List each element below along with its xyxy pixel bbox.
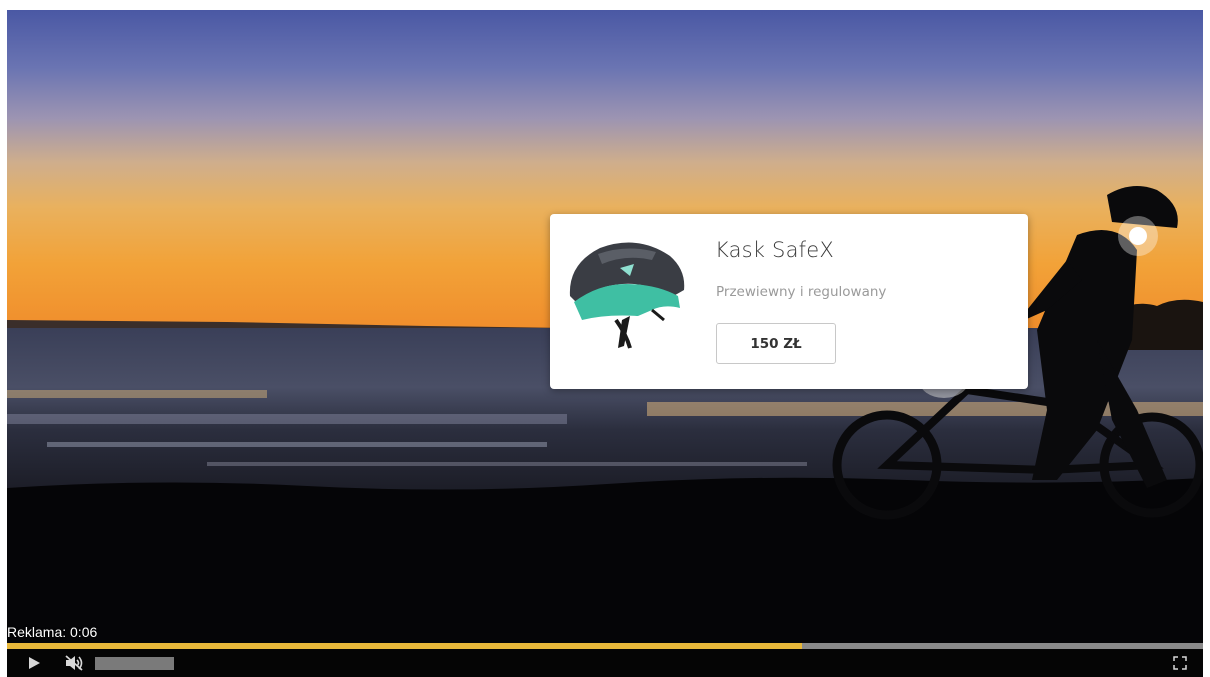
player-controls: [7, 649, 1203, 677]
ad-countdown-label: Reklama: 0:06: [7, 624, 98, 640]
fullscreen-icon[interactable]: [1173, 656, 1187, 670]
price-button[interactable]: 150 ZŁ: [716, 323, 836, 364]
product-name[interactable]: Kask SafeX: [715, 238, 834, 262]
video-player[interactable]: Kask SafeX Przewiewny i regulowany 150 Z…: [7, 10, 1203, 677]
play-icon[interactable]: [29, 657, 40, 669]
hotspot-dot-icon[interactable]: [1118, 216, 1158, 256]
speaker-muted-icon[interactable]: [63, 654, 85, 672]
product-description: Przewiewny i regulowany: [716, 284, 887, 300]
product-card[interactable]: Kask SafeX Przewiewny i regulowany 150 Z…: [550, 214, 1028, 389]
volume-slider[interactable]: [95, 657, 174, 670]
helmet-image: [569, 242, 685, 349]
